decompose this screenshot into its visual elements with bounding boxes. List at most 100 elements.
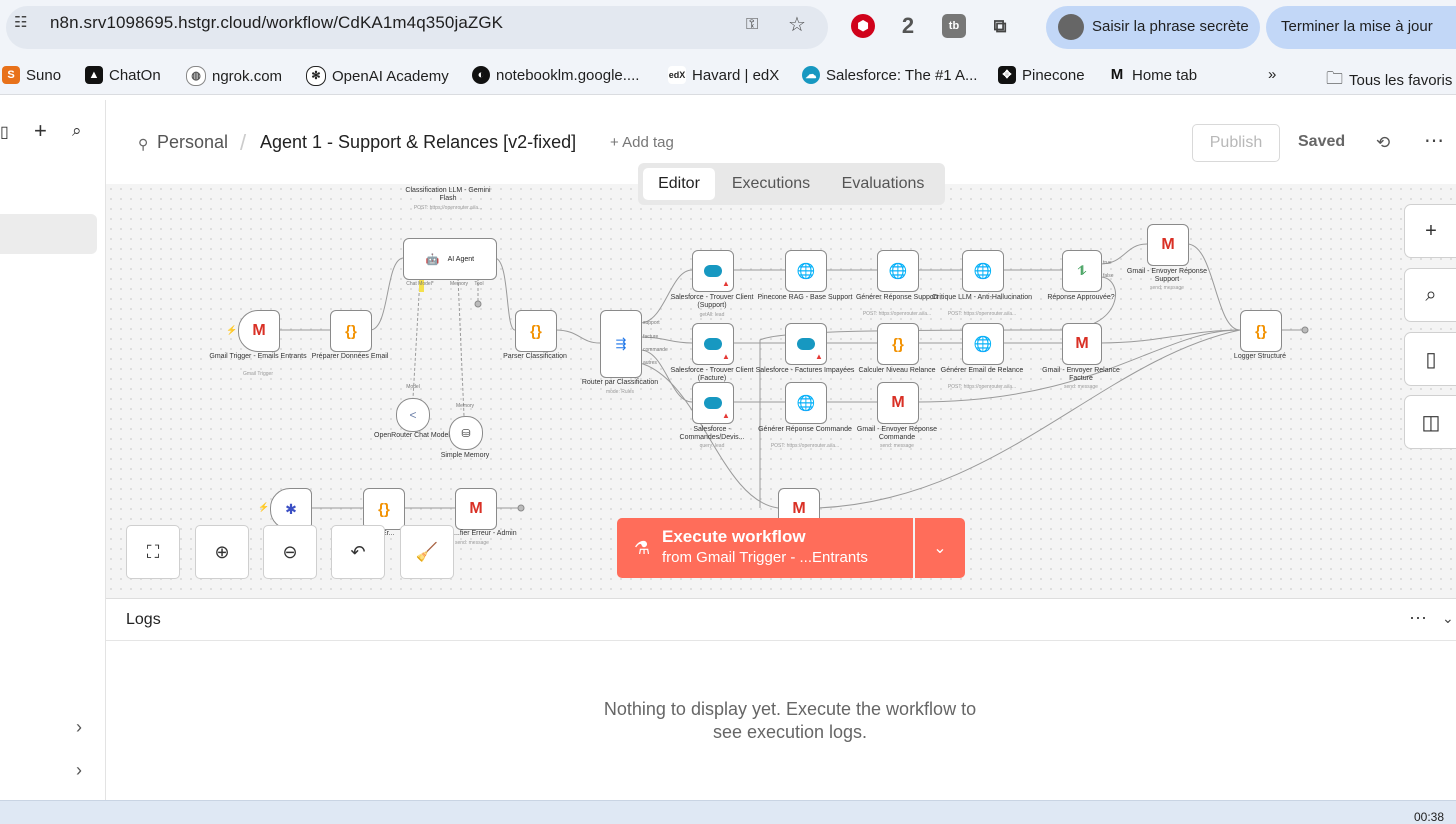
- bookmark-suno[interactable]: S Suno: [2, 66, 61, 84]
- site-settings-icon[interactable]: ☷: [14, 13, 32, 31]
- logs-title: Logs: [126, 611, 161, 628]
- suno-icon: S: [2, 66, 20, 84]
- node-subtitle: POST: https://openrouter.ai/a...: [947, 384, 1017, 390]
- logs-more-icon[interactable]: ⋯: [1409, 608, 1427, 629]
- pinecone-icon: ✥: [998, 66, 1016, 84]
- workflow-title[interactable]: Agent 1 - Support & Relances [v2-fixed]: [260, 132, 576, 153]
- router-output-label: support: [643, 320, 660, 326]
- node-pinecone-rag[interactable]: 🌐: [785, 250, 827, 292]
- node-subtitle: send: message: [1150, 285, 1184, 291]
- add-icon[interactable]: +: [34, 118, 47, 144]
- execute-workflow-sublabel: from Gmail Trigger - ...Entrants: [662, 549, 868, 566]
- node-error-code[interactable]: {}: [363, 488, 405, 530]
- chevron-right-icon[interactable]: ›: [76, 760, 82, 781]
- node-label: AI Agent: [447, 255, 475, 263]
- node-generer-support[interactable]: 🌐: [877, 250, 919, 292]
- tidy-up-button[interactable]: 🧹: [400, 525, 454, 579]
- http-globe-icon: 🌐: [888, 263, 908, 280]
- node-logger-structure[interactable]: {}: [1240, 310, 1282, 352]
- more-options-icon[interactable]: ⋯: [1424, 128, 1444, 153]
- node-critique-llm[interactable]: 🌐: [962, 250, 1004, 292]
- breadcrumb-separator: /: [240, 130, 247, 155]
- adblock-extension-icon[interactable]: ⬢: [851, 14, 875, 38]
- salesforce-icon: ☁: [802, 66, 820, 84]
- bookmark-openai-academy[interactable]: ✻ OpenAI Academy: [306, 66, 449, 86]
- url-text[interactable]: n8n.srv1098695.hstgr.cloud/workflow/CdKA…: [50, 13, 503, 33]
- node-subtitle: Gmail Trigger: [242, 371, 273, 377]
- node-router[interactable]: ⇶: [600, 310, 642, 378]
- node-calculer-relance[interactable]: {}: [877, 323, 919, 365]
- tab-executions[interactable]: Executions: [722, 168, 820, 200]
- logs-empty-message: Nothing to display yet. Execute the work…: [603, 699, 977, 742]
- zoom-in-button[interactable]: ⊕: [195, 525, 249, 579]
- search-icon[interactable]: ⌕: [72, 121, 82, 141]
- node-gmail-commande[interactable]: M: [877, 382, 919, 424]
- panel-toggle-button[interactable]: ◫: [1404, 395, 1456, 449]
- bookmark-salesforce[interactable]: ☁ Salesforce: The #1 A...: [802, 66, 977, 84]
- node-gmail-admin[interactable]: M: [455, 488, 497, 530]
- database-icon: ⛁: [461, 427, 471, 440]
- sidebar-active-item[interactable]: [0, 214, 97, 254]
- http-globe-icon: 🌐: [796, 395, 816, 412]
- node-label: Salesforce - Commandes/Devis...: [679, 426, 745, 441]
- sidebar-toggle-icon[interactable]: ▯: [0, 122, 9, 142]
- bookmark-edx[interactable]: edX Havard | edX: [668, 66, 779, 84]
- notebooklm-icon: ◐: [472, 66, 490, 84]
- node-gmail-trigger[interactable]: M: [238, 310, 280, 352]
- chevron-right-icon[interactable]: ›: [76, 717, 82, 738]
- node-ai-agent[interactable]: 🤖 AI Agent: [403, 238, 497, 280]
- tab-evaluations[interactable]: Evaluations: [828, 168, 938, 200]
- bookmarks-more-button[interactable]: »: [1268, 66, 1276, 83]
- bookmark-pinecone[interactable]: ✥ Pinecone: [998, 66, 1085, 84]
- node-generer-relance[interactable]: 🌐: [962, 323, 1004, 365]
- trigger-bolt-icon: ⚡: [226, 325, 238, 335]
- bookmark-chaton[interactable]: ▲ ChatOn: [85, 66, 161, 84]
- bookmark-ngrok[interactable]: ◍ ngrok.com: [186, 66, 282, 86]
- node-preparer-donnees[interactable]: {}: [330, 310, 372, 352]
- sticky-note-button[interactable]: ▯: [1404, 332, 1456, 386]
- os-taskbar: [0, 800, 1456, 824]
- node-reponse-approuvee[interactable]: ⥮: [1062, 250, 1102, 292]
- tab-editor[interactable]: Editor: [643, 168, 715, 200]
- salesforce-icon: [704, 265, 722, 277]
- extension-badge-icon[interactable]: 2: [896, 13, 920, 38]
- flask-icon: ⚗: [634, 538, 651, 558]
- node-subtitle: mode: Rules: [605, 389, 635, 395]
- node-gmail-relance[interactable]: M: [1062, 323, 1102, 365]
- node-subtitle: send: message: [880, 443, 914, 449]
- publish-button[interactable]: Publish: [1192, 124, 1280, 162]
- port-label: Tool: [474, 281, 484, 287]
- search-nodes-button[interactable]: ⌕: [1404, 268, 1456, 322]
- salesforce-icon: [704, 397, 722, 409]
- node-error-trigger[interactable]: ✱: [270, 488, 312, 530]
- zoom-out-button[interactable]: ⊖: [263, 525, 317, 579]
- node-label: Générer Réponse Commande: [758, 426, 852, 433]
- chevron-down-icon[interactable]: ⌄: [1442, 610, 1454, 627]
- bookmark-home-tab[interactable]: M Home tab: [1108, 66, 1197, 84]
- node-subtitle: send: message: [455, 540, 489, 546]
- history-icon[interactable]: ⟲: [1376, 133, 1390, 153]
- router-icon: ⇶: [615, 336, 627, 351]
- node-label: Salesforce - Trouver Client (Support): [670, 294, 754, 309]
- node-parser-classification[interactable]: {}: [515, 310, 557, 352]
- folder-icon: 🗀: [1326, 69, 1343, 88]
- key-icon[interactable]: ⚿: [746, 16, 758, 34]
- node-gmail-support[interactable]: M: [1147, 224, 1189, 266]
- extensions-puzzle-icon[interactable]: ⧉: [988, 14, 1012, 38]
- node-label: Router par Classification: [581, 379, 659, 386]
- execute-options-chevron-icon[interactable]: ⌄: [915, 518, 965, 578]
- bookmark-star-icon[interactable]: ☆: [788, 12, 806, 37]
- node-simple-memory[interactable]: ⛁: [449, 416, 483, 450]
- undo-button[interactable]: ↶: [331, 525, 385, 579]
- all-bookmarks-folder[interactable]: 🗀 Tous les favoris: [1326, 66, 1452, 95]
- code-icon: {}: [378, 500, 390, 518]
- node-generer-commande[interactable]: 🌐: [785, 382, 827, 424]
- bookmark-notebooklm[interactable]: ◐ notebooklm.google....: [472, 66, 639, 84]
- breadcrumb-project[interactable]: Personal: [157, 132, 228, 153]
- fit-view-button[interactable]: ⛶: [126, 525, 180, 579]
- add-tag-button[interactable]: + Add tag: [610, 134, 674, 151]
- gmail-icon: M: [792, 500, 806, 517]
- bug-icon: ✱: [285, 500, 297, 517]
- add-node-button[interactable]: +: [1404, 204, 1456, 258]
- tb-extension-icon[interactable]: tb: [942, 14, 966, 38]
